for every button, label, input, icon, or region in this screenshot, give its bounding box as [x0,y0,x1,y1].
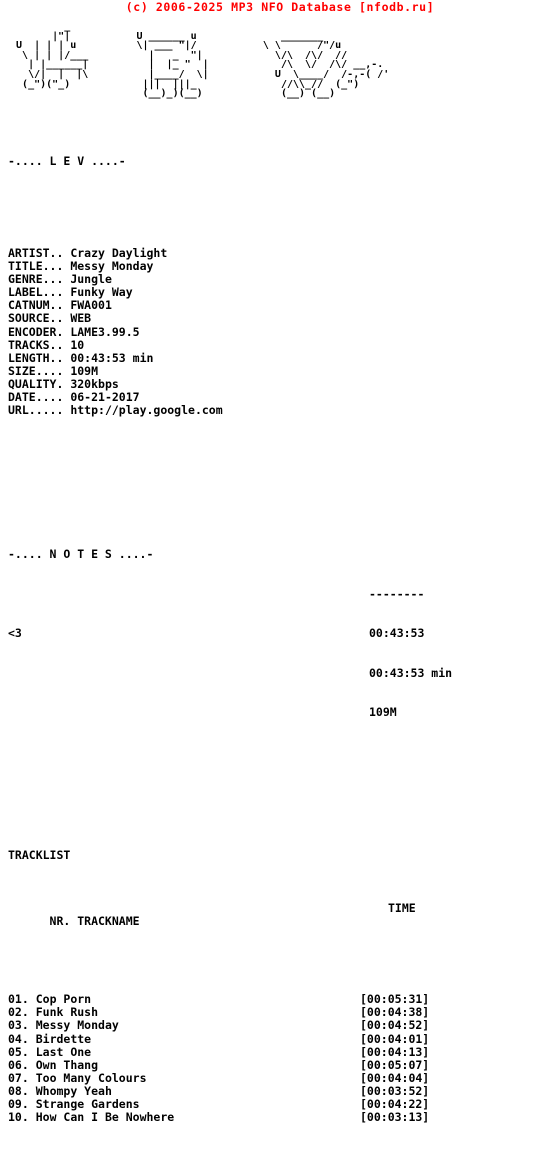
track-number: 01. [8,992,29,1007]
release-field-value: LAME3.99.5 [70,324,140,339]
release-field-value: http://play.google.com [70,403,223,418]
track-gap [29,1045,36,1059]
release-field-label: CATNUM.. [8,298,64,313]
track-name: Funk Rush [35,1005,99,1020]
release-field-row: URL..... http://play.google.com [8,404,560,417]
track-time: [00:04:04] [360,1070,430,1085]
release-field-value: WEB [70,311,92,326]
release-field-value: 00:43:53 min [70,350,154,365]
release-field-value: 06-21-2017 [70,389,140,404]
track-time: [00:05:07] [360,1057,430,1072]
release-field-label: SIZE.... [8,363,64,378]
track-time: [00:04:01] [360,1031,430,1046]
track-time: [00:04:38] [360,1005,430,1020]
track-name: Whompy Yeah [35,1083,112,1098]
track-gap [29,1058,36,1072]
track-gap [29,1071,36,1085]
release-field-value: 10 [70,337,85,352]
release-section-title: -.... L E V ....- [8,154,126,169]
track-name: Strange Gardens [35,1097,140,1112]
tracklist-col-nr-trackname: NR. TRACKNAME [49,913,140,928]
release-field-value: Crazy Daylight [70,245,168,260]
total-size: 109M [369,705,397,720]
track-number: 09. [8,1097,29,1112]
tracklist-col-time: TIME [388,900,416,915]
release-field-value: 320kbps [70,376,119,391]
release-field-value: Messy Monday [70,259,154,274]
tracklist-column-header: NR. TRACKNAME TIME [8,900,560,954]
track-number: 08. [8,1083,29,1098]
track-number: 04. [8,1031,29,1046]
track-name: Messy Monday [35,1018,119,1033]
release-field-value: FWA001 [70,298,112,313]
release-info-list: ARTIST.. Crazy Daylight TITLE... Messy Mo… [8,245,560,417]
release-field-value: Jungle [70,272,112,287]
release-field-value: Funky Way [70,285,133,300]
track-gap [29,1005,36,1019]
track-time: [00:04:52] [360,1018,430,1033]
nfodb-copyright-banner: (c) 2006-2025 MP3 NFO Database [nfodb.ru… [125,0,435,14]
track-gap [29,1084,36,1098]
release-field-label: TITLE... [8,259,64,274]
track-gap [29,1032,36,1046]
track-time: [00:04:13] [360,1044,430,1059]
release-field-label: QUALITY. [8,376,64,391]
release-field-label: ARTIST.. [8,245,64,260]
total-time: 00:43:53 [369,626,425,641]
track-number: 10. [8,1110,29,1125]
notes-section-title: -.... N O T E S ....- [8,547,154,562]
track-gap [29,1097,36,1111]
release-field-label: GENRE... [8,272,64,287]
release-field-value: 109M [70,363,99,378]
release-field-label: ENCODER. [8,324,64,339]
ascii-art-logo: _ |"| U ______ u _______ U | | | u \| __… [16,21,390,100]
track-number: 02. [8,1005,29,1020]
total-length: 00:43:53 min [369,665,453,680]
tracklist-heading: TRACKLIST [8,848,71,863]
release-field-label: DATE.... [8,389,64,404]
track-gap [29,1018,36,1032]
track-time: [00:03:13] [360,1110,430,1125]
track-number: 06. [8,1057,29,1072]
track-time: [00:05:31] [360,992,430,1007]
track-name: Birdette [35,1031,92,1046]
notes-text: <3 [8,625,22,640]
tracklist-row: 10. How Can I Be Nowhere [00:03:13] [8,1111,560,1124]
totals-rule: -------- [369,587,425,602]
track-name: How Can I Be Nowhere [35,1110,175,1125]
release-field-label: TRACKS.. [8,337,64,352]
track-name: Too Many Colours [35,1070,147,1085]
nfo-document: (c) 2006-2025 MP3 NFO Database [nfodb.ru… [0,0,560,1124]
tracklist-rows: 01. Cop Porn [00:05:31] 02. Funk Rush [00:0… [8,993,560,1124]
track-name: Last One [35,1044,92,1059]
track-time: [00:04:22] [360,1097,430,1112]
track-gap [29,1110,36,1124]
release-field-row: ENCODER. LAME3.99.5 [8,324,560,339]
release-field-label: LENGTH.. [8,350,64,365]
track-number: 03. [8,1018,29,1033]
nfo-body: -.... L E V ....- ARTIST.. Crazy Dayligh… [8,116,560,1164]
track-number: 07. [8,1070,29,1085]
track-gap [29,992,36,1006]
track-time: [00:03:52] [360,1083,430,1098]
release-field-label: URL..... [8,403,64,418]
track-name: Cop Porn [35,992,92,1007]
track-name: Own Thang [35,1057,99,1072]
track-number: 05. [8,1044,29,1059]
release-field-label: LABEL... [8,285,64,300]
release-field-label: SOURCE.. [8,311,64,326]
tracklist-totals: -------- 00:43:53 00:43:53 min 109M [369,562,452,745]
